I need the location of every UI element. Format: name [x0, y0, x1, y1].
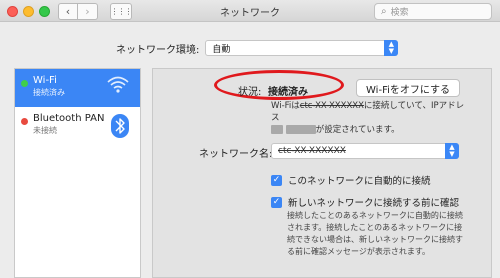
auto-join-checkbox[interactable]: ✓ [271, 174, 282, 186]
bluetooth-icon [110, 113, 130, 143]
redacted-ip [285, 125, 316, 134]
ask-join-checkbox-row[interactable]: ✓ 新しいネットワークに接続する前に確認 [271, 195, 459, 209]
status-value: 接続済み [268, 87, 308, 98]
status-description: Wi-Fiはctc-XX-XXXXXXに接続していて、IPアドレス が設定されて… [271, 100, 471, 136]
service-item-wifi[interactable]: Wi-Fi 接続済み [15, 69, 140, 107]
service-list: Wi-Fi 接続済み Bluetooth PAN 未接続 [14, 68, 141, 278]
description-network-name: ctc-XX-XXXXXX [299, 101, 364, 111]
auto-join-checkbox-row[interactable]: ✓ このネットワークに自動的に接続 [271, 173, 431, 187]
status-dot-connected [21, 80, 28, 87]
search-field[interactable]: ⌕ 検索 [374, 3, 492, 20]
ask-join-checkbox[interactable]: ✓ [271, 196, 282, 208]
ask-join-note: 接続したことのあるネットワークに自動的に接続されます。接続したことのあるネットワ… [287, 211, 463, 256]
network-name-label: ネットワーク名: [199, 149, 273, 160]
title-bar: ‹ › ⋮⋮⋮ ネットワーク ⌕ 検索 [0, 0, 500, 22]
description-text: Wi-Fiは [271, 101, 300, 111]
ask-join-label: 新しいネットワークに接続する前に確認 [288, 198, 460, 209]
turn-wifi-off-button[interactable]: Wi-Fiをオフにする [356, 79, 460, 97]
turn-wifi-off-label: Wi-Fiをオフにする [366, 84, 450, 96]
wifi-icon [106, 75, 130, 99]
chevron-updown-icon: ▲ ▼ [445, 143, 459, 159]
location-value: 自動 [212, 44, 231, 55]
location-row: ネットワーク環境: 自動 ▲ ▼ [116, 40, 399, 56]
auto-join-label: このネットワークに自動的に接続 [288, 176, 431, 187]
location-label: ネットワーク環境: [116, 44, 200, 56]
network-name-select[interactable]: ctc-XX-XXXXXX ▲ ▼ [271, 143, 459, 159]
service-item-bluetooth-pan[interactable]: Bluetooth PAN 未接続 [15, 107, 140, 145]
chevron-updown-icon: ▲ ▼ [384, 40, 399, 56]
status-label: 状況: [238, 87, 262, 98]
search-placeholder: 検索 [390, 8, 409, 18]
location-select[interactable]: 自動 ▲ ▼ [205, 40, 399, 56]
search-icon: ⌕ [381, 6, 387, 17]
status-dot-disconnected [21, 118, 28, 125]
description-text: が設定されています。 [315, 125, 400, 135]
network-name-value: ctc-XX-XXXXXX [278, 146, 346, 156]
redacted-text [271, 125, 283, 134]
